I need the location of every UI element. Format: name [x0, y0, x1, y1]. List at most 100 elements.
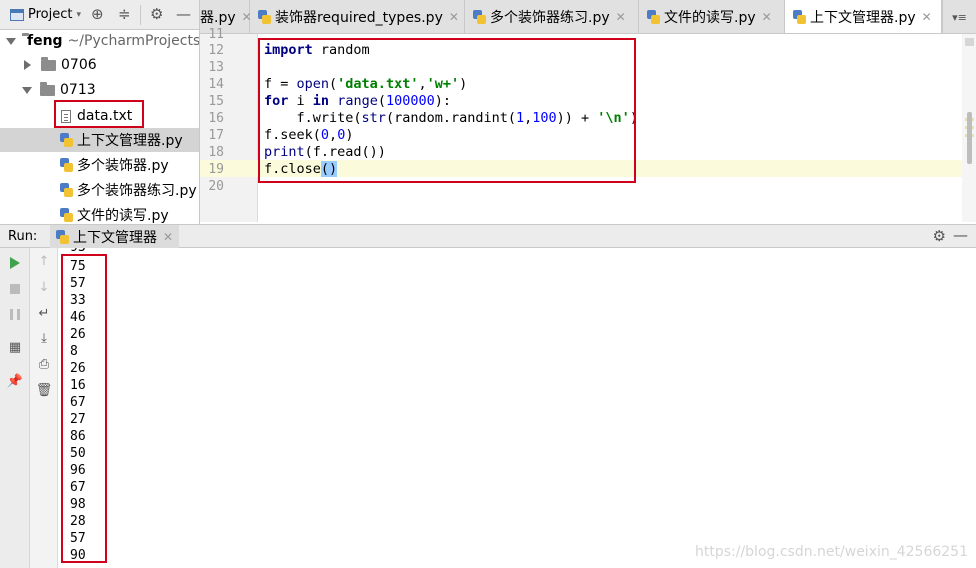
clear-all-button[interactable]: 🗑: [35, 381, 53, 399]
collapse-all-icon[interactable]: ≑: [118, 5, 131, 23]
code-line-12[interactable]: import random: [264, 42, 370, 58]
keyword: for: [264, 93, 289, 109]
tab-context-manager[interactable]: 上下文管理器.py ✕: [785, 0, 942, 33]
project-panel: Project ▾ ⊕ ≑ ⚙ — feng ~/PycharmProjects…: [0, 0, 200, 224]
tree-item-file-read-write[interactable]: 文件的读写.py: [0, 203, 199, 224]
python-file-icon: [647, 10, 660, 24]
line-number: 13: [208, 60, 224, 75]
rerun-button[interactable]: [6, 254, 24, 272]
scroll-up-button[interactable]: ↑: [35, 252, 53, 270]
tree-item-label: feng: [27, 33, 63, 49]
pin-icon: 📌: [6, 373, 24, 389]
watermark: https://blog.csdn.net/weixin_42566251: [694, 544, 968, 560]
tab-required-types[interactable]: 装饰器required_types.py ✕: [250, 0, 465, 33]
gear-icon[interactable]: ⚙: [150, 5, 163, 23]
soft-wrap-button[interactable]: ↵: [35, 304, 53, 322]
project-toolbar: Project ▾ ⊕ ≑ ⚙ —: [0, 0, 199, 30]
tree-item-feng[interactable]: feng ~/PycharmProjects: [0, 29, 200, 53]
tree-item-0706[interactable]: 0706: [0, 53, 199, 77]
scrollbar-thumb[interactable]: [967, 112, 972, 164]
tree-item-context-manager[interactable]: 上下文管理器.py: [0, 128, 199, 152]
code-line-19[interactable]: f.close(): [264, 161, 338, 177]
output-line: 98: [70, 497, 86, 512]
scroll-marker: [965, 38, 974, 46]
editor-scrollbar[interactable]: [962, 34, 976, 222]
code-line-17[interactable]: f.seek(0,0): [264, 127, 353, 143]
builtin: range: [337, 93, 378, 109]
string-literal: 'data.txt': [337, 76, 419, 92]
tree-item-label: 文件的读写.py: [77, 208, 169, 224]
run-tab-context-manager[interactable]: 上下文管理器 ✕: [50, 225, 180, 249]
output-line: 75: [70, 259, 86, 274]
code-text: ): [629, 110, 638, 126]
tree-item-multi-decorator[interactable]: 多个装饰器.py: [0, 153, 199, 177]
minimize-icon[interactable]: —: [953, 226, 968, 244]
python-file-icon: [473, 10, 486, 24]
output-line: 16: [70, 378, 86, 393]
run-label: Run:: [8, 229, 38, 244]
output-line: 8: [70, 344, 78, 359]
expand-arrow-icon[interactable]: [6, 37, 16, 45]
close-icon[interactable]: ✕: [616, 10, 626, 24]
toolbar-divider: [140, 5, 141, 25]
stop-icon: [10, 284, 20, 294]
scroll-down-button[interactable]: ↓: [35, 278, 53, 296]
printer-icon: ⎙: [38, 356, 50, 372]
number-literal: 100000: [385, 93, 435, 109]
tab-list-menu-icon[interactable]: ▾≡: [942, 0, 976, 33]
run-toolbar: ▦ 📌: [0, 248, 30, 568]
code-text: ,: [418, 76, 427, 92]
crosshair-icon[interactable]: ⊕: [91, 5, 104, 23]
print-button[interactable]: ⎙: [35, 355, 53, 373]
close-icon[interactable]: ✕: [762, 10, 772, 24]
python-file-icon: [793, 10, 806, 24]
close-icon[interactable]: ✕: [449, 10, 459, 24]
restore-layout-button[interactable]: ▦: [6, 338, 24, 356]
code-text: ):: [434, 93, 452, 109]
tab-label: 装饰器required_types.py: [275, 10, 443, 26]
code-editor[interactable]: import random f = open('data.txt','w+') …: [258, 34, 962, 222]
output-line: 50: [70, 446, 86, 461]
expand-arrow-icon[interactable]: [22, 86, 32, 94]
project-title: Project: [28, 7, 73, 22]
minimize-icon[interactable]: —: [176, 5, 191, 23]
collapse-arrow-icon[interactable]: [24, 60, 31, 70]
tree-item-data-txt[interactable]: data.txt: [0, 104, 199, 128]
layout-icon: ▦: [8, 339, 22, 355]
gear-icon[interactable]: ⚙: [933, 227, 946, 245]
stop-button[interactable]: [6, 280, 24, 298]
python-file-icon: [258, 10, 271, 24]
tab-multi-decorator-exercise[interactable]: 多个装饰器练习.py ✕: [465, 0, 639, 33]
close-icon[interactable]: ✕: [163, 230, 173, 244]
tree-item-label: 0713: [60, 82, 96, 98]
pin-tab-button[interactable]: 📌: [6, 372, 24, 390]
tree-item-label: 0706: [61, 57, 97, 73]
line-number: 11: [208, 27, 224, 42]
tab-label: 多个装饰器练习.py: [490, 10, 610, 26]
code-line-15[interactable]: for i in range(100000):: [264, 93, 451, 109]
tree-item-path: ~/PycharmProjects: [67, 33, 200, 49]
python-file-icon: [60, 208, 73, 222]
project-view-selector[interactable]: Project ▾: [10, 7, 81, 22]
code-line-14[interactable]: f = open('data.txt','w+'): [264, 76, 467, 92]
pause-button[interactable]: [6, 305, 24, 323]
code-line-16[interactable]: f.write(str(random.randint(1,100)) + '\n…: [264, 110, 638, 126]
code-line-18[interactable]: print(f.read()): [264, 144, 386, 160]
run-panel-header: Run: 上下文管理器 ✕ ⚙ —: [0, 224, 976, 249]
scroll-to-end-button[interactable]: ⤓: [35, 329, 53, 347]
close-icon[interactable]: ✕: [922, 10, 932, 24]
tab-file-read-write[interactable]: 文件的读写.py ✕: [639, 0, 785, 33]
tab-label: 文件的读写.py: [664, 10, 756, 26]
line-number: 15: [208, 94, 224, 109]
line-number: 14: [208, 77, 224, 92]
console-output[interactable]: 93 75 57 33 46 26 8 26 16 67 27 86 50 96…: [58, 248, 976, 568]
output-line: 90: [70, 548, 86, 563]
tree-item-label: 多个装饰器.py: [77, 158, 169, 174]
play-icon: [10, 257, 20, 269]
code-text: (: [329, 76, 338, 92]
pause-icon: [10, 308, 20, 320]
tree-item-multi-decorator-exercise[interactable]: 多个装饰器练习.py: [0, 178, 199, 202]
tree-item-0713[interactable]: 0713: [0, 78, 199, 102]
number-literal: 1: [515, 110, 525, 126]
